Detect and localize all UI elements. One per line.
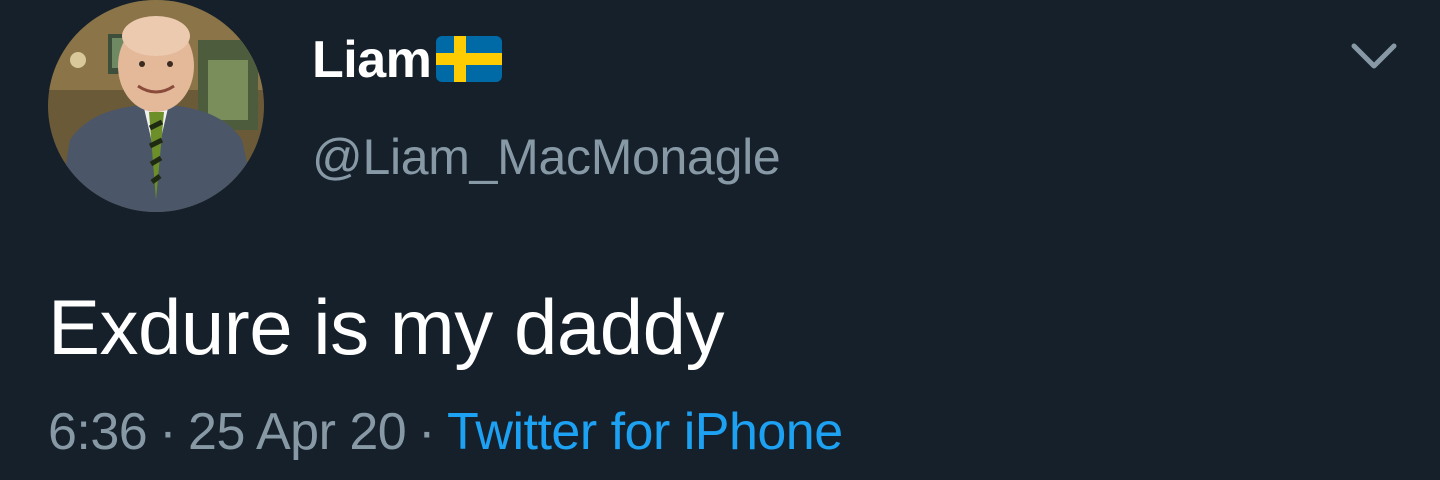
tweet-source-link[interactable]: Twitter for iPhone	[447, 403, 843, 461]
tweet-time[interactable]: 6:36	[48, 403, 148, 461]
tweet-text: Exdure is my daddy	[48, 283, 724, 371]
profile-avatar[interactable]	[48, 0, 264, 212]
chevron-down-icon[interactable]	[1346, 36, 1402, 76]
tweet-card: Liam @Liam_MacMonagle Exdure is my daddy…	[0, 0, 1440, 480]
author-handle[interactable]: @Liam_MacMonagle	[312, 128, 781, 186]
meta-separator: ·	[159, 403, 177, 461]
author-name-text: Liam	[312, 31, 432, 89]
sweden-flag-icon	[434, 34, 504, 84]
author-display-name[interactable]: Liam	[312, 30, 504, 90]
tweet-meta: 6:36 · 25 Apr 20 · Twitter for iPhone	[48, 402, 843, 462]
avatar-image	[48, 0, 264, 212]
meta-separator: ·	[418, 403, 435, 461]
tweet-date[interactable]: 25 Apr 20	[188, 403, 407, 461]
